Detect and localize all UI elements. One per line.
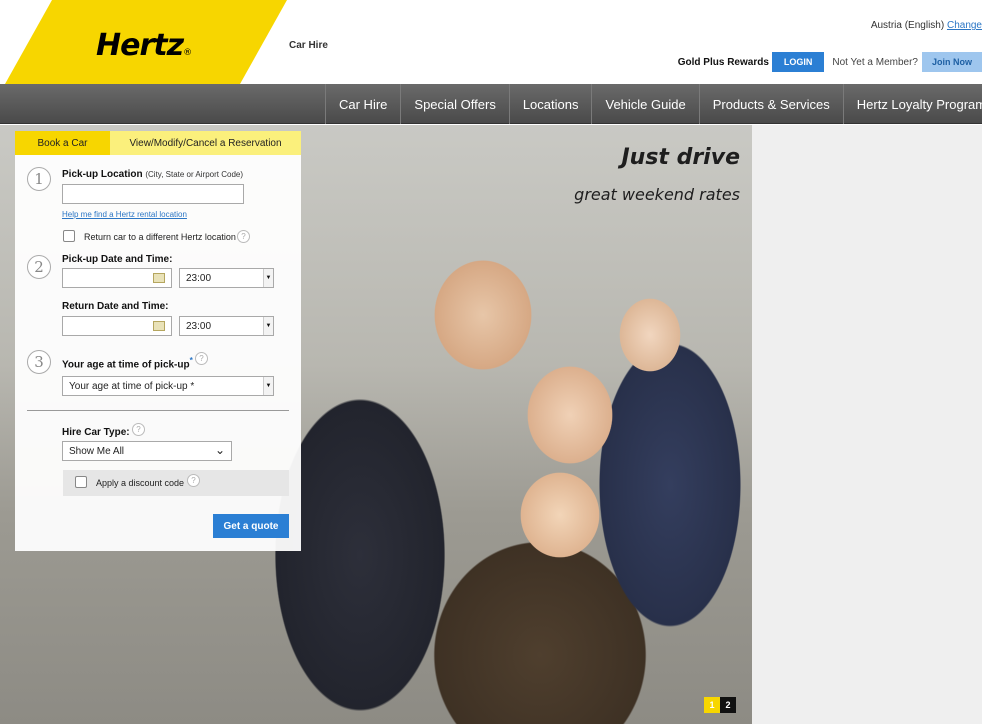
calendar-icon[interactable] (153, 321, 165, 331)
car-type-label: Hire Car Type: (62, 427, 130, 438)
booking-tabs: Book a Car View/Modify/Cancel a Reservat… (15, 131, 301, 155)
nav-item-car-hire[interactable]: Car Hire (325, 84, 400, 124)
step-2-number: 2 (27, 255, 51, 279)
divider (27, 410, 289, 411)
help-icon[interactable]: ? (187, 474, 200, 487)
pickup-location-input[interactable] (62, 184, 244, 204)
help-icon[interactable]: ? (237, 230, 250, 243)
nav-item-locations[interactable]: Locations (508, 84, 592, 124)
age-select-value: Your age at time of pick-up * (69, 380, 195, 392)
rewards-bar: Gold Plus Rewards LOGIN Not Yet a Member… (678, 52, 982, 72)
not-member-label: Not Yet a Member? (832, 56, 918, 68)
right-background (752, 125, 982, 724)
nav-item-special-offers[interactable]: Special Offers (400, 84, 508, 124)
hero-subtitle: great weekend rates (574, 185, 740, 204)
required-mark: * (189, 355, 193, 365)
return-time-value: 23:00 (186, 320, 212, 332)
hero-title: Just drive (621, 145, 740, 170)
pickup-datetime-label: Pick-up Date and Time: (62, 254, 173, 265)
pickup-location-hint: (City, State or Airport Code) (145, 170, 244, 179)
return-different-location-label: Return car to a different Hertz location (84, 232, 236, 242)
age-select[interactable]: Your age at time of pick-up * ▼ (62, 376, 274, 396)
nav-item-vehicle-guide[interactable]: Vehicle Guide (591, 84, 698, 124)
return-time-select[interactable]: 23:00 ▼ (179, 316, 274, 336)
gold-plus-label: Gold Plus Rewards (677, 56, 769, 68)
pickup-location-label-text: Pick-up Location (62, 169, 143, 180)
pickup-time-select[interactable]: 23:00 ▼ (179, 268, 274, 288)
step-3-number: 3 (27, 350, 51, 374)
discount-code-checkbox[interactable] (75, 476, 87, 488)
login-button[interactable]: LOGIN (771, 52, 825, 72)
nav-item-loyalty-programme[interactable]: Hertz Loyalty Programme (842, 84, 982, 124)
step-1-number: 1 (27, 167, 51, 191)
slider-pagination: 1 2 (704, 697, 736, 713)
tab-modify-reservation[interactable]: View/Modify/Cancel a Reservation (110, 131, 301, 155)
hertz-logo: Hertz® (96, 28, 192, 63)
tab-book-a-car[interactable]: Book a Car (15, 131, 110, 155)
help-icon[interactable]: ? (132, 423, 145, 436)
help-icon[interactable]: ? (195, 352, 208, 365)
chevron-down-icon: ▼ (263, 317, 273, 335)
locale-selector: Austria (English) Change (871, 20, 982, 31)
chevron-down-icon: ⌄ (214, 443, 225, 457)
nav-items: Car Hire Special Offers Locations Vehicl… (325, 84, 982, 124)
registered-mark: ® (183, 48, 192, 58)
get-quote-button[interactable]: Get a quote (213, 514, 289, 538)
slide-dot-1[interactable]: 1 (704, 697, 720, 713)
join-now-button[interactable]: Join Now (922, 52, 982, 72)
pickup-time-value: 23:00 (186, 272, 212, 284)
change-locale-link[interactable]: Change (947, 20, 982, 31)
return-datetime-label: Return Date and Time: (62, 301, 169, 312)
pickup-location-label: Pick-up Location (City, State or Airport… (62, 169, 243, 180)
car-type-value: Show Me All (69, 445, 125, 457)
logo-area[interactable]: Hertz® (0, 0, 295, 84)
discount-code-label: Apply a discount code (96, 478, 185, 488)
age-label: Your age at time of pick-up* (62, 355, 193, 370)
chevron-down-icon: ▼ (263, 377, 273, 395)
find-location-link[interactable]: Help me find a Hertz rental location (62, 210, 187, 219)
main-nav: Car Hire Special Offers Locations Vehicl… (0, 84, 982, 124)
slide-dot-2[interactable]: 2 (720, 697, 736, 713)
nav-item-products-services[interactable]: Products & Services (698, 84, 843, 124)
return-different-location-checkbox[interactable] (63, 230, 75, 242)
age-label-text: Your age at time of pick-up (62, 359, 190, 371)
locale-text: Austria (English) (870, 20, 945, 31)
calendar-icon[interactable] (153, 273, 165, 283)
car-hire-label: Car Hire (289, 40, 328, 51)
chevron-down-icon: ▼ (263, 269, 273, 287)
car-type-select[interactable]: Show Me All ⌄ (62, 441, 232, 461)
booking-widget: Book a Car View/Modify/Cancel a Reservat… (15, 131, 301, 551)
